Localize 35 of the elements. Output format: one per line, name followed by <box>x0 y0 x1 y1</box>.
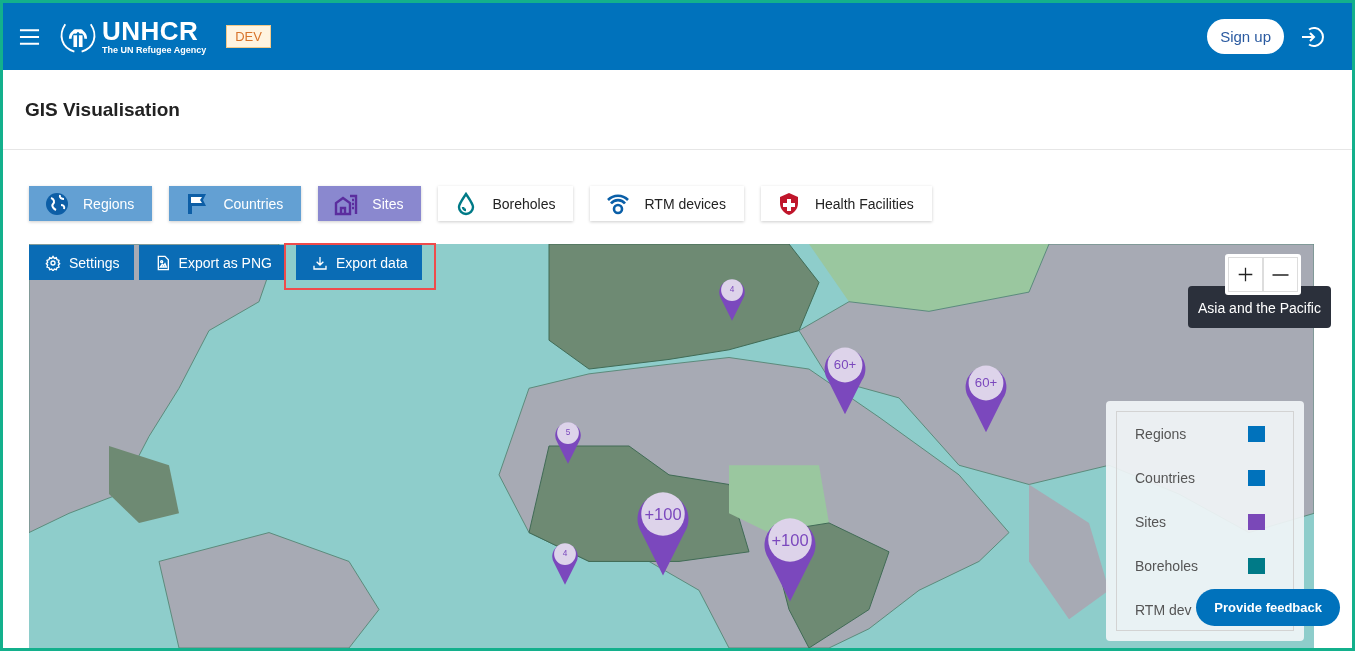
page-title: GIS Visualisation <box>25 98 180 121</box>
layer-toggle-button[interactable]: Regions <box>29 186 153 221</box>
legend-label: Regions <box>1135 426 1187 442</box>
plus-icon <box>1237 266 1254 283</box>
site-count: +100 <box>643 505 683 523</box>
layer-toggle-button[interactable]: RTM devices <box>590 186 744 221</box>
zoom-out-button[interactable] <box>1263 257 1298 292</box>
legend-label: Countries <box>1135 470 1195 486</box>
minus-icon <box>1272 273 1289 276</box>
map-toolbar-button[interactable]: Export as PNG <box>138 245 286 280</box>
logo-wordmark: UNHCR <box>102 18 200 44</box>
site-count: 4 <box>561 549 569 559</box>
legend-label: Sites <box>1135 514 1167 530</box>
login-icon[interactable] <box>1300 24 1324 49</box>
site-count: 60+ <box>832 358 858 372</box>
layer-toggle-button[interactable]: Health Facilities <box>760 186 932 221</box>
layer-toggle-button[interactable]: Sites <box>318 186 422 221</box>
settings-icon <box>45 254 61 271</box>
logo-tagline: The UN Refugee Agency <box>102 46 207 55</box>
site-count: +100 <box>770 531 810 549</box>
menu-icon[interactable] <box>19 27 40 46</box>
legend-label: RTM dev <box>1135 602 1192 618</box>
site-count: 4 <box>728 285 736 295</box>
site-count: 5 <box>564 428 572 438</box>
layer-toggle-button[interactable]: Countries <box>169 186 302 221</box>
zoom-in-button[interactable] <box>1228 257 1263 292</box>
legend-label: Boreholes <box>1135 558 1199 574</box>
sign-up-button[interactable]: Sign up <box>1207 19 1284 54</box>
layer-toggle-button[interactable]: Boreholes <box>438 186 574 221</box>
map-toolbar-button[interactable]: Export data <box>295 245 422 280</box>
environment-badge: DEV <box>226 25 271 48</box>
download-icon <box>311 254 328 271</box>
map-toolbar-button[interactable]: Settings <box>29 245 134 280</box>
feedback-button[interactable]: Provide feedback <box>1196 589 1340 626</box>
site-count: 60+ <box>973 376 999 390</box>
